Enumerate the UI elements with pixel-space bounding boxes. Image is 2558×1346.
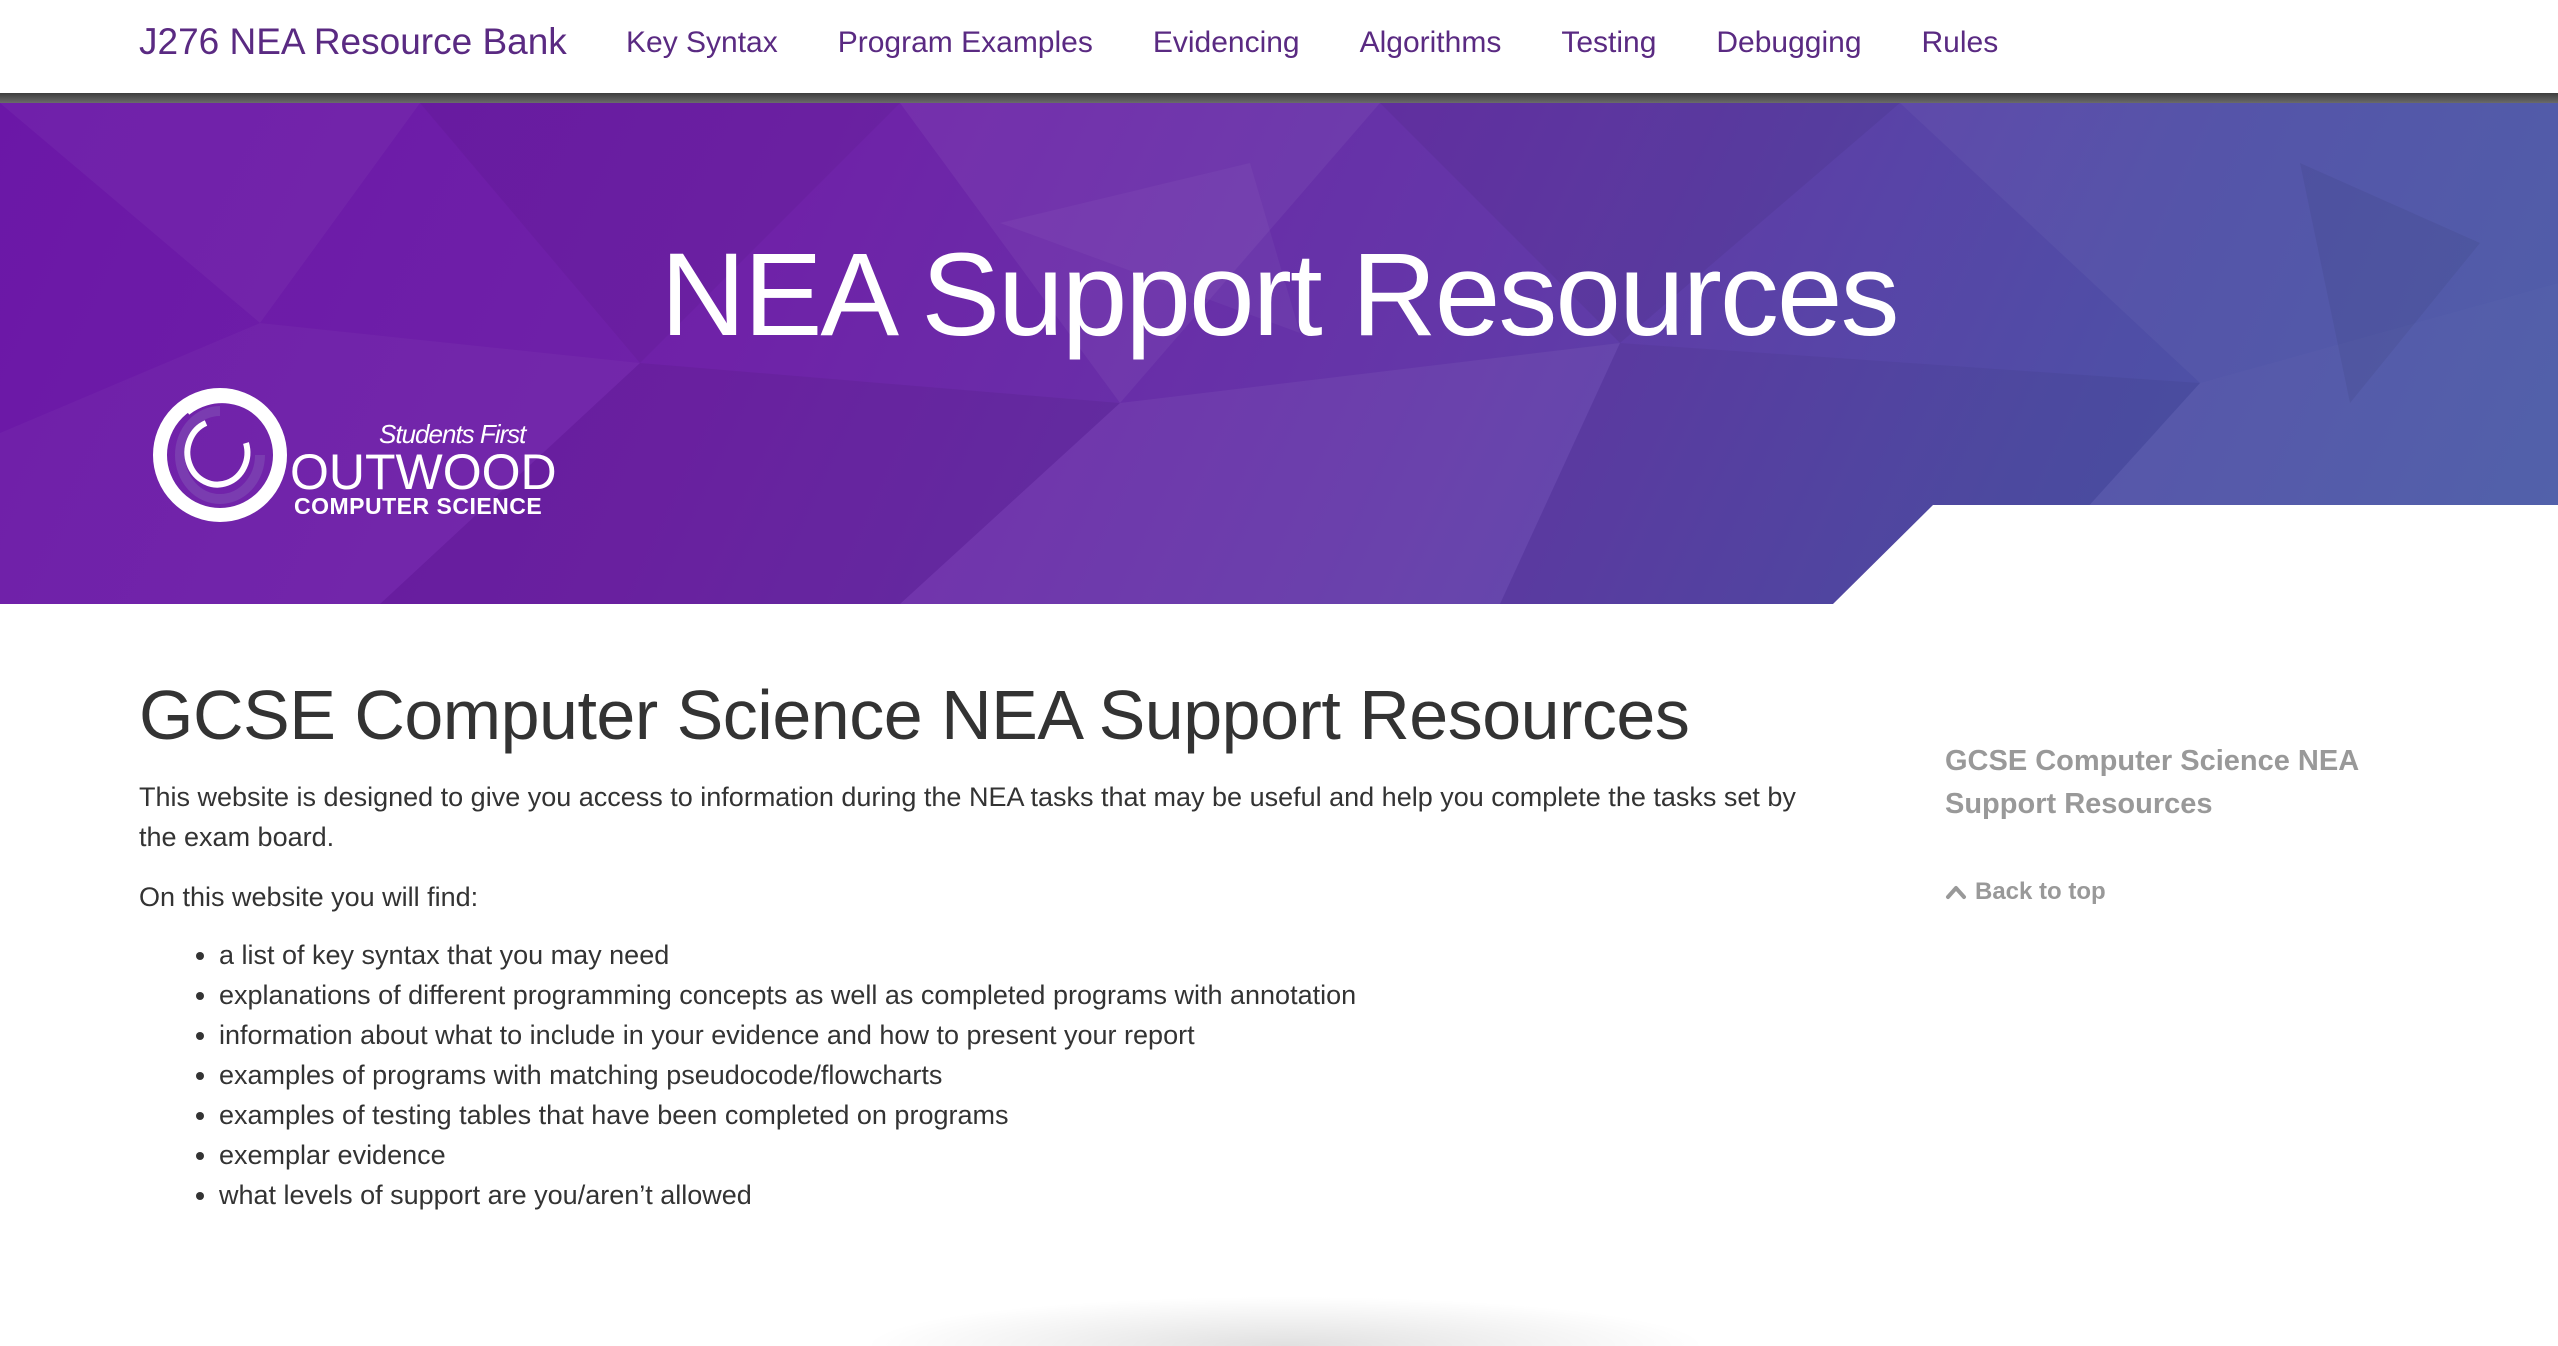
navbar-shadow-edge	[0, 93, 2558, 103]
nav-link-rules[interactable]: Rules	[1922, 26, 1999, 60]
nav-link-key-syntax[interactable]: Key Syntax	[626, 26, 778, 60]
list-item: exemplar evidence	[219, 1135, 1819, 1175]
back-to-top-link[interactable]: Back to top	[1945, 878, 2445, 906]
logo-subtitle: COMPUTER SCIENCE	[294, 493, 543, 519]
nav-link-testing[interactable]: Testing	[1561, 26, 1656, 60]
hero-title: NEA Support Resources	[660, 229, 1900, 361]
chevron-up-icon	[1946, 886, 1966, 899]
list-item: examples of testing tables that have bee…	[219, 1095, 1819, 1135]
brand-link[interactable]: J276 NEA Resource Bank	[139, 21, 567, 63]
list-item: a list of key syntax that you may need	[219, 935, 1819, 975]
nav-link-debugging[interactable]: Debugging	[1716, 26, 1861, 60]
hero-banner: NEA Support Resources Students First OUT…	[0, 103, 2558, 604]
outwood-logo: Students First OUTWOOD COMPUTER SCIENCE	[148, 383, 557, 523]
nav-link-evidencing[interactable]: Evidencing	[1153, 26, 1300, 60]
intro-paragraph: This website is designed to give you acc…	[139, 782, 1796, 852]
nav-link-algorithms[interactable]: Algorithms	[1360, 26, 1502, 60]
find-label: On this website you will find:	[139, 882, 479, 912]
list-item: examples of programs with matching pseud…	[219, 1055, 1819, 1095]
toc-link-page-title[interactable]: GCSE Computer Science NEA Support Resour…	[1945, 740, 2445, 826]
top-navbar: J276 NEA Resource Bank Key Syntax Progra…	[0, 0, 2558, 93]
list-item: explanations of different programming co…	[219, 975, 1819, 1015]
back-to-top-label: Back to top	[1975, 878, 2106, 905]
list-item: information about what to include in you…	[219, 1015, 1819, 1055]
nav-links: Key Syntax Program Examples Evidencing A…	[626, 26, 2058, 60]
outwood-swirl-icon	[153, 388, 287, 522]
list-item: what levels of support are you/aren’t al…	[219, 1175, 1819, 1215]
toc-sidebar: GCSE Computer Science NEA Support Resour…	[1945, 740, 2445, 906]
nav-link-program-examples[interactable]: Program Examples	[838, 26, 1093, 60]
feature-list: a list of key syntax that you may need e…	[139, 935, 1819, 1215]
page-title: GCSE Computer Science NEA Support Resour…	[139, 676, 1690, 754]
bottom-shadow	[860, 1296, 1710, 1346]
main-content: GCSE Computer Science NEA Support Resour…	[139, 675, 1819, 1215]
